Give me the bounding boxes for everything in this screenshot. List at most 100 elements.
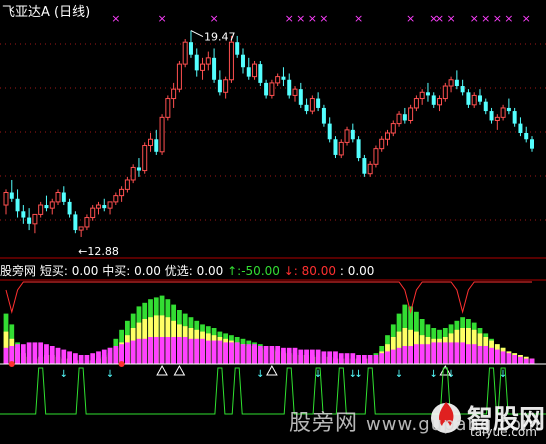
candle-body (44, 205, 49, 209)
chart-canvas: × × × × × × × × × ×× × × × × × ×19.47←12.88 ↓ ↓ ↓ ↓ ↓↓ ↓ ↓ ↓ ↓ (0, 12, 546, 415)
pick-bar (234, 342, 240, 364)
pick-bar (442, 342, 448, 364)
top-marker: × (285, 12, 294, 25)
candle-body (55, 192, 61, 203)
down-arrow-mark: ↓ (354, 369, 362, 380)
candle-body (240, 54, 245, 68)
red-dot-mark (118, 361, 125, 367)
candle-body (471, 94, 477, 106)
candle-body (38, 204, 44, 215)
top-marker: × (504, 12, 513, 25)
top-marker: × (493, 12, 502, 25)
candle-body (524, 133, 529, 140)
pick-bar (529, 358, 535, 364)
candle-body (154, 139, 159, 152)
candle-body (437, 98, 443, 106)
pick-bar (159, 337, 165, 364)
candle-body (442, 85, 448, 100)
pick-bar (257, 346, 263, 364)
pick-bar (55, 347, 61, 364)
pick-bar (309, 349, 315, 364)
candle-body (275, 76, 281, 84)
pick-bar (96, 351, 101, 364)
pick-bar (367, 355, 373, 364)
pick-bar (489, 347, 494, 364)
pick-bar (512, 355, 518, 364)
pick-bar (454, 342, 460, 364)
candle-body (454, 79, 459, 87)
candle-body (223, 79, 229, 93)
candle-body (252, 63, 258, 78)
top-marker: × (354, 12, 363, 25)
pick-bar (211, 340, 217, 364)
candle-body (15, 198, 20, 212)
pick-bar (246, 344, 252, 364)
mid-value: 0.00 (134, 264, 161, 278)
pick-bar (344, 353, 350, 364)
candle-body (228, 41, 234, 81)
pick-bar (281, 347, 286, 364)
candle-body (419, 91, 425, 100)
candle-body (489, 111, 494, 121)
pick-bar (72, 353, 78, 364)
down-arrow-mark: ↓ (430, 369, 438, 380)
pick-bar (182, 337, 188, 364)
pick-bar (437, 342, 442, 364)
candle-body (460, 86, 465, 93)
candle-body (304, 104, 309, 112)
top-marker: × (522, 12, 531, 25)
candle-body (425, 92, 430, 96)
candle-body (518, 123, 523, 133)
candle-body (165, 98, 171, 118)
candle-body (182, 41, 188, 65)
candle-body (373, 148, 379, 165)
indicator-panel: ↓ ↓ ↓ ↓ ↓↓ ↓ ↓ ↓ ↓ (0, 279, 546, 415)
candle-body (362, 158, 367, 174)
candle-body (246, 67, 251, 77)
candle-body (194, 54, 199, 71)
watermark-brand-url: taiyue.com (470, 425, 537, 439)
candle-body (309, 98, 315, 112)
pick-bar (217, 340, 223, 364)
pick-bar (188, 338, 194, 364)
candle-body (367, 163, 373, 175)
pick-bar (171, 337, 177, 364)
candle-body (107, 201, 113, 209)
candle-body (483, 101, 488, 112)
pick-value: 0.00 (196, 264, 224, 278)
candle-body (200, 63, 206, 71)
candle-body (171, 88, 177, 100)
pick-bar (414, 344, 419, 364)
candle-body (344, 129, 350, 143)
pick-bar (49, 346, 55, 364)
pick-bar (165, 337, 171, 364)
candle-body (298, 89, 303, 105)
pick-bar (356, 355, 361, 364)
candle-body (402, 114, 407, 121)
last-value: : 0.00 (339, 264, 375, 278)
pick-bar (431, 342, 437, 364)
pick-bar (361, 355, 367, 364)
candle-body (84, 217, 90, 228)
candle-body (67, 201, 72, 215)
top-marker: × (157, 12, 166, 25)
pick-bar (471, 344, 477, 364)
down-arrow-icon: ↓ (283, 264, 294, 278)
pick-bar (38, 342, 44, 364)
candle-body (338, 141, 344, 156)
pick-bar (373, 355, 379, 364)
indicator-name: 股旁网 (0, 264, 37, 278)
candle-body (9, 192, 14, 199)
pick-bar (101, 349, 107, 364)
candle-body (113, 195, 119, 203)
candle-body (148, 138, 154, 147)
candle-body (188, 42, 193, 55)
pick-bar (304, 349, 309, 364)
candle-body (321, 107, 326, 124)
pick-bar (194, 338, 200, 364)
candle-body (448, 79, 454, 87)
price-panel: × × × × × × × × × ×× × × × × × ×19.47←12.88 (0, 12, 546, 259)
candle-body (73, 214, 78, 231)
mid-label: 中买: (102, 264, 131, 278)
pick-bar (113, 346, 119, 364)
